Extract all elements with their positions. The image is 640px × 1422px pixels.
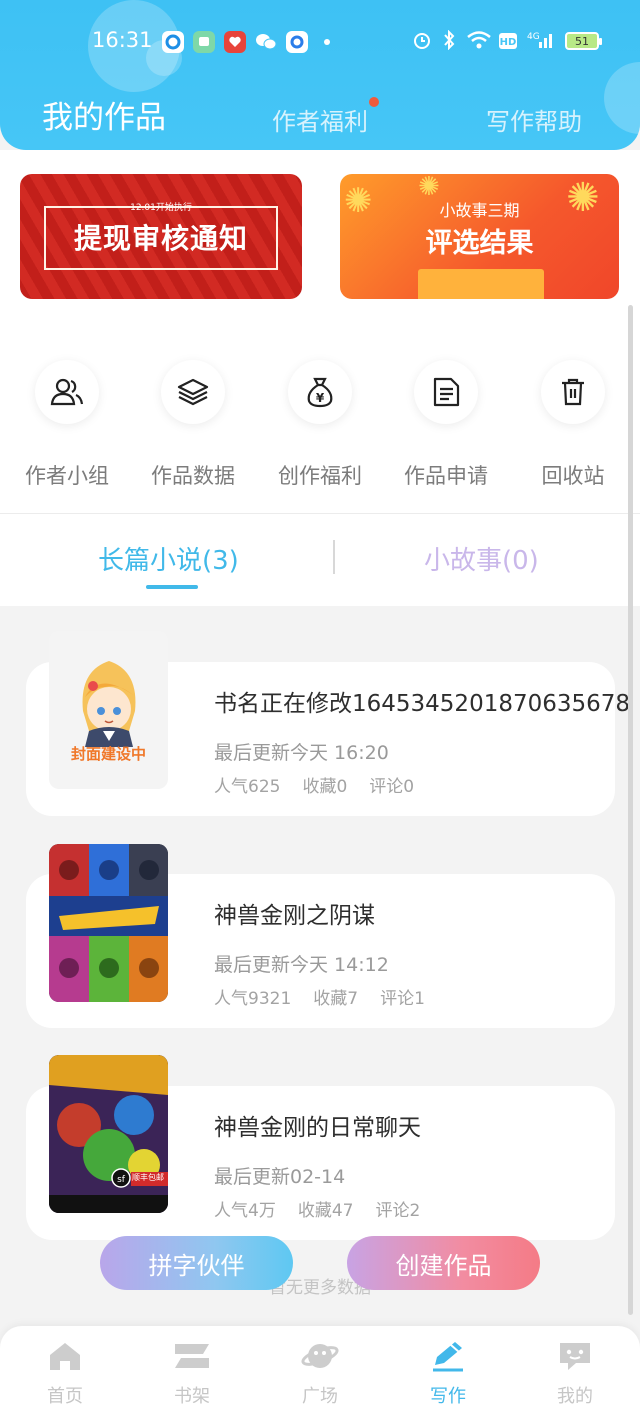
book-stats: 人气9321 收藏7 评论1: [214, 984, 447, 1009]
firework-icon: ✺: [566, 175, 600, 221]
target-icon: [162, 31, 184, 53]
create-work-button[interactable]: 创建作品: [347, 1236, 540, 1290]
book-popularity: 人气9321: [214, 989, 292, 1009]
wechat-icon: [255, 31, 277, 53]
money-bag-icon[interactable]: ¥: [288, 360, 352, 424]
status-time: 16:31: [92, 28, 153, 52]
bluetooth-icon: [442, 29, 456, 55]
banner-line1: 小故事三期: [439, 201, 520, 220]
trash-icon[interactable]: [541, 360, 605, 424]
divider: [0, 513, 640, 514]
quick-label-recycle-bin[interactable]: 回收站: [513, 460, 633, 490]
bottom-nav: 首页 书架 广场 写作 我的: [0, 1326, 640, 1422]
writing-partner-button[interactable]: 拼字伙伴: [100, 1236, 293, 1290]
book-cover-image[interactable]: sf 顺丰包邮: [49, 1055, 168, 1213]
red-app-icon: [224, 31, 246, 53]
wifi-icon: [466, 30, 492, 55]
book-popularity: 人气625: [214, 777, 281, 797]
banner-withdrawal-notice[interactable]: 12.01开始执行 提现审核通知: [20, 174, 302, 299]
quick-label-work-data[interactable]: 作品数据: [133, 460, 253, 490]
quick-label-author-group[interactable]: 作者小组: [7, 460, 127, 490]
active-tab-indicator: [146, 585, 198, 589]
book-title[interactable]: 书名正在修改1645345201870635678: [214, 684, 630, 718]
book-title[interactable]: 神兽金刚之阴谋: [214, 896, 375, 930]
nav-label: 首页: [47, 1386, 83, 1407]
tab-separator: [333, 540, 335, 574]
header: 16:31 HD 4G 51 我的作品 作者福利 写作帮助: [0, 0, 640, 150]
nav-label: 书架: [174, 1386, 210, 1407]
message-face-icon: [554, 1338, 596, 1374]
book-cover-image[interactable]: [49, 844, 168, 1002]
group-icon[interactable]: [35, 360, 99, 424]
cover-placeholder-text: 封面建设中: [70, 745, 146, 763]
banner-subtitle: 12.01开始执行: [130, 203, 192, 213]
robot-cover-art: [49, 844, 168, 1002]
svg-text:HD: HD: [500, 37, 517, 48]
pedestal-shape: [418, 269, 544, 299]
dot-icon: [322, 31, 332, 53]
signal-4g-icon: 4G: [527, 30, 555, 55]
quick-label-creation-benefits[interactable]: 创作福利: [260, 460, 380, 490]
browser-icon: [286, 31, 308, 53]
bookshelf-icon: [171, 1338, 213, 1374]
no-more-data-text: 暂无更多数据: [269, 1278, 371, 1298]
app-screen: 16:31 HD 4G 51 我的作品 作者福利 写作帮助 12.01开始执行 …: [0, 0, 640, 1422]
nav-home[interactable]: 首页: [25, 1338, 105, 1408]
document-icon[interactable]: [414, 360, 478, 424]
nav-label: 写作: [430, 1386, 466, 1407]
banner-story-results[interactable]: ✺ ✺ ✺ 小故事三期 评选结果: [340, 174, 619, 299]
notification-badge: [369, 97, 379, 107]
tab-short-stories[interactable]: 小故事(0): [424, 540, 539, 577]
banner-title: 提现审核通知: [73, 221, 248, 255]
hd-icon: HD: [498, 32, 518, 55]
layers-icon[interactable]: [161, 360, 225, 424]
quick-label-work-application[interactable]: 作品申请: [386, 460, 506, 490]
book-comments: 评论1: [380, 989, 425, 1009]
battery-indicator: 51: [565, 32, 602, 50]
book-last-updated: 最后更新今天 14:12: [214, 954, 389, 976]
nav-label: 广场: [302, 1386, 338, 1407]
robot-cover-art: sf: [49, 1055, 168, 1213]
firework-icon: ✺: [418, 174, 440, 202]
book-favorites: 收藏0: [302, 777, 348, 797]
svg-text:4G: 4G: [527, 32, 540, 42]
home-icon: [44, 1338, 86, 1374]
firework-icon: ✺: [344, 181, 373, 221]
tab-my-works[interactable]: 我的作品: [42, 92, 166, 137]
pen-icon: [427, 1338, 469, 1374]
banner-line2: 评选结果: [425, 228, 534, 259]
header-tabs: 我的作品 作者福利 写作帮助: [0, 92, 640, 142]
nav-square[interactable]: 广场: [280, 1338, 360, 1408]
alarm-icon: [412, 30, 432, 55]
book-favorites: 收藏47: [297, 1201, 354, 1221]
planet-icon: [299, 1338, 341, 1374]
book-title[interactable]: 神兽金刚的日常聊天: [214, 1108, 421, 1142]
book-comments: 评论2: [375, 1201, 421, 1221]
anime-avatar-icon: [82, 661, 136, 747]
book-stats: 人气4万 收藏47 评论2: [214, 1196, 442, 1221]
book-last-updated: 最后更新今天 16:20: [214, 742, 389, 764]
book-stats: 人气625 收藏0 评论0: [214, 772, 436, 797]
book-comments: 评论0: [369, 777, 415, 797]
nav-label: 我的: [557, 1386, 593, 1407]
nav-mine[interactable]: 我的: [535, 1338, 615, 1408]
book-favorites: 收藏7: [313, 989, 359, 1009]
tab-author-benefits[interactable]: 作者福利: [272, 102, 368, 137]
book-popularity: 人气4万: [214, 1201, 276, 1221]
scrollbar[interactable]: [628, 305, 633, 1315]
nav-bookshelf[interactable]: 书架: [152, 1338, 232, 1408]
tab-writing-help[interactable]: 写作帮助: [486, 102, 582, 137]
chat-bubble-icon: [193, 31, 215, 53]
book-cover-placeholder[interactable]: 封面建设中: [49, 631, 168, 789]
nav-write[interactable]: 写作: [408, 1338, 488, 1408]
cover-badge-text: 顺丰包邮: [132, 1173, 164, 1182]
svg-text:sf: sf: [117, 1175, 126, 1185]
svg-text:¥: ¥: [316, 391, 325, 405]
status-bar: 16:31 HD 4G 51: [0, 22, 640, 62]
tab-long-novels[interactable]: 长篇小说(3): [98, 540, 239, 577]
book-last-updated: 最后更新02-14: [214, 1166, 346, 1188]
